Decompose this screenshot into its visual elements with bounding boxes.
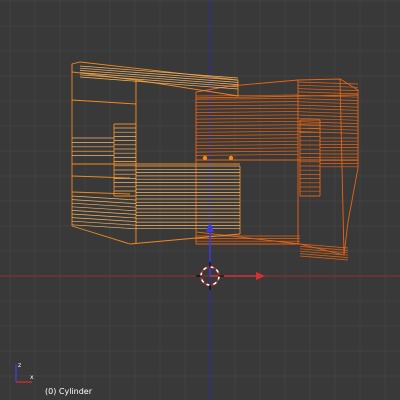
wire-edge <box>195 121 299 123</box>
wire-edge <box>195 147 299 150</box>
wire-edge <box>297 88 359 91</box>
cylinder-stripes-right <box>195 81 359 261</box>
wire-edge <box>71 220 137 226</box>
wire-edge <box>195 137 299 140</box>
wire-edge <box>297 121 359 124</box>
viewport-canvas[interactable] <box>0 0 400 400</box>
wire-edge <box>195 154 299 156</box>
wire-edge <box>195 104 299 107</box>
wire-edge <box>195 94 299 97</box>
wire-edge <box>195 134 299 136</box>
wire-edge <box>297 104 359 108</box>
wire-edge <box>297 81 359 85</box>
view-axis-icon: x z <box>8 358 38 388</box>
wire-edge <box>71 202 137 208</box>
3d-viewport[interactable]: x z (0) Cylinder <box>0 0 400 400</box>
wire-edge <box>297 101 359 105</box>
wire-edge <box>71 217 137 222</box>
wire-edge <box>71 213 137 219</box>
vertex-point[interactable] <box>202 155 208 161</box>
wire-edge <box>71 224 137 230</box>
viewport-grid <box>0 0 400 400</box>
wire-edge <box>299 255 349 261</box>
wire-edge <box>195 140 299 143</box>
axis-x-label: x <box>30 374 34 381</box>
wire-edge <box>71 210 137 215</box>
wire-edge <box>297 84 359 88</box>
wire-edge <box>195 101 299 103</box>
wire-edge <box>195 127 299 130</box>
wire-edge <box>71 199 137 204</box>
wire-edge <box>297 98 359 101</box>
wire-edge <box>195 114 299 117</box>
wire-edge <box>297 108 359 111</box>
wire-edge <box>195 117 299 120</box>
wire-edge <box>195 111 299 113</box>
wire-edge <box>195 130 299 133</box>
wire-edge <box>195 107 299 110</box>
wire-edge <box>299 250 349 256</box>
cylinder-wireframe-left[interactable] <box>71 61 241 245</box>
vertex-point[interactable] <box>228 155 234 161</box>
wire-edge <box>195 144 299 146</box>
wire-edge <box>71 206 137 212</box>
axis-z-label: z <box>18 362 21 369</box>
wire-edge <box>297 114 359 118</box>
wire-edge <box>297 111 359 115</box>
cylinder-stripes-left <box>71 65 240 230</box>
active-object-label: (0) Cylinder <box>45 387 92 396</box>
wire-edge <box>71 195 137 201</box>
wire-edge <box>195 97 299 100</box>
wire-edge <box>297 91 359 95</box>
